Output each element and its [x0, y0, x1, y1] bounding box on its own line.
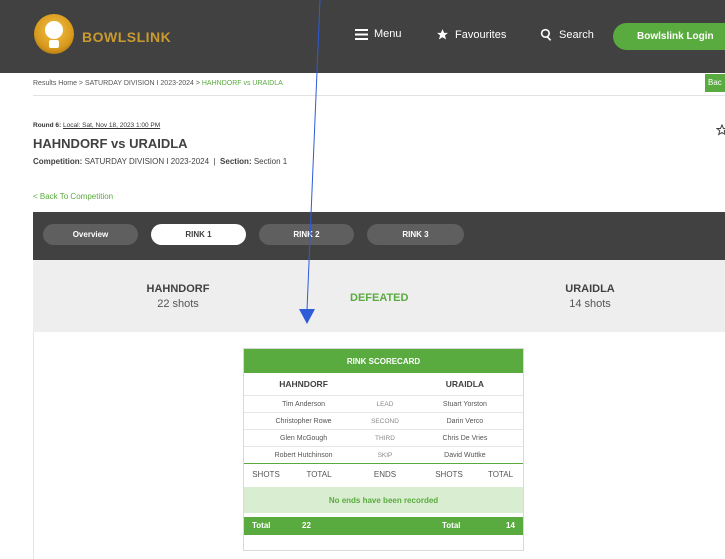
- page-title: HAHNDORF vs URAIDLA: [33, 136, 188, 151]
- tab-rink-1[interactable]: RINK 1: [151, 224, 246, 245]
- breadcrumb-home[interactable]: Results Home: [33, 80, 77, 87]
- round-info: Round 6: Local: Sat, Nov 18, 2023 1:00 P…: [33, 122, 160, 129]
- rink-tab-bar: Overview RINK 1 RINK 2 RINK 3: [33, 212, 725, 260]
- column-header: TOTAL: [487, 470, 514, 479]
- home-player: Christopher Rowe: [275, 417, 332, 425]
- away-player: David Wuttke: [444, 451, 486, 459]
- home-team-shots: 22 shots: [157, 298, 199, 310]
- brand-name[interactable]: BOWLSLINK: [82, 29, 171, 45]
- column-header: ENDS: [373, 470, 397, 479]
- player-row: Glen McGough THIRD Chris De Vries: [244, 429, 523, 446]
- player-position: SKIP: [377, 451, 393, 459]
- competition-line: Competition: SATURDAY DIVISION I 2023-20…: [33, 157, 287, 166]
- star-icon: [437, 29, 448, 40]
- favourites-label: Favourites: [455, 28, 507, 41]
- pipe-separator: |: [213, 157, 216, 166]
- away-team-shots: 14 shots: [569, 298, 611, 310]
- away-team-name: URAIDLA: [565, 283, 615, 295]
- tab-rink-2[interactable]: RINK 2: [259, 224, 354, 245]
- scorecard-teams-row: HAHNDORF URAIDLA: [244, 373, 523, 395]
- away-total-value: 14: [506, 521, 515, 530]
- breadcrumb-separator: >: [193, 80, 202, 87]
- back-tab[interactable]: Bac: [705, 74, 725, 92]
- star-outline-icon: [715, 123, 725, 136]
- player-position: LEAD: [376, 400, 394, 408]
- home-total-value: 22: [302, 521, 311, 530]
- scorecard-title: RINK SCORECARD: [244, 349, 523, 373]
- search-button[interactable]: Search: [540, 28, 594, 41]
- breadcrumb: Results Home > SATURDAY DIVISION I 2023-…: [33, 80, 283, 87]
- home-player: Tim Anderson: [282, 400, 326, 408]
- favourites-button[interactable]: Favourites: [436, 28, 506, 41]
- scorecard-away-team: URAIDLA: [445, 379, 485, 389]
- player-row: Tim Anderson LEAD Stuart Yorston: [244, 395, 523, 412]
- breadcrumb-competition[interactable]: SATURDAY DIVISION I 2023-2024: [85, 80, 194, 87]
- round-label: Round 6:: [33, 122, 62, 129]
- breadcrumb-separator: >: [76, 80, 85, 87]
- player-position: THIRD: [375, 434, 395, 442]
- tab-overview[interactable]: Overview: [43, 224, 138, 245]
- home-player: Glen McGough: [280, 434, 328, 442]
- menu-button[interactable]: Menu: [355, 28, 402, 40]
- rink-scorecard: RINK SCORECARD HAHNDORF URAIDLA Tim Ande…: [243, 348, 524, 551]
- login-button[interactable]: Bowlslink Login: [613, 23, 725, 50]
- round-date: Local: Sat, Nov 18, 2023 1:00 PM: [62, 122, 161, 129]
- home-team-result: HAHNDORF 22 shots: [128, 283, 228, 310]
- tab-rink-3[interactable]: RINK 3: [367, 224, 464, 245]
- result-outcome: DEFEATED: [350, 292, 409, 304]
- away-total-label: Total: [442, 521, 461, 530]
- bowlslink-logo[interactable]: [34, 14, 74, 54]
- top-navigation-bar: BOWLSLINK Menu Favourites Search Bowlsli…: [0, 0, 725, 73]
- player-position: SECOND: [371, 417, 399, 425]
- competition-label: Competition:: [33, 157, 83, 166]
- section-value: Section 1: [253, 157, 288, 166]
- away-player: Chris De Vries: [442, 434, 488, 442]
- back-to-competition-link[interactable]: < Back To Competition: [33, 192, 113, 201]
- favourite-star-button[interactable]: [715, 123, 725, 141]
- scorecard-home-team: HAHNDORF: [279, 379, 328, 389]
- home-player: Robert Hutchinson: [274, 451, 333, 459]
- away-player: Stuart Yorston: [442, 400, 487, 408]
- search-icon: [540, 28, 552, 41]
- section-label: Section:: [220, 157, 252, 166]
- menu-label: Menu: [374, 28, 402, 40]
- away-team-result: URAIDLA 14 shots: [540, 283, 640, 310]
- player-row: Christopher Rowe SECOND Darin Verco: [244, 412, 523, 429]
- column-header: TOTAL: [306, 470, 332, 479]
- column-header: SHOTS: [252, 470, 280, 479]
- empty-ends-message: No ends have been recorded: [244, 487, 523, 513]
- breadcrumb-current: HAHNDORF vs URAIDLA: [201, 80, 283, 87]
- scorecard-column-headers: SHOTS TOTAL ENDS SHOTS TOTAL: [244, 463, 523, 485]
- away-player: Darin Verco: [446, 417, 484, 425]
- competition-value: SATURDAY DIVISION I 2023-2024: [84, 157, 210, 166]
- hamburger-icon: [355, 28, 368, 40]
- home-team-name: HAHNDORF: [146, 283, 210, 295]
- home-total-label: Total: [252, 521, 271, 530]
- column-header: SHOTS: [435, 470, 463, 479]
- player-row: Robert Hutchinson SKIP David Wuttke: [244, 446, 523, 463]
- totals-row: Total 22 Total 14: [244, 517, 523, 535]
- divider: [33, 95, 725, 96]
- search-label: Search: [559, 28, 594, 41]
